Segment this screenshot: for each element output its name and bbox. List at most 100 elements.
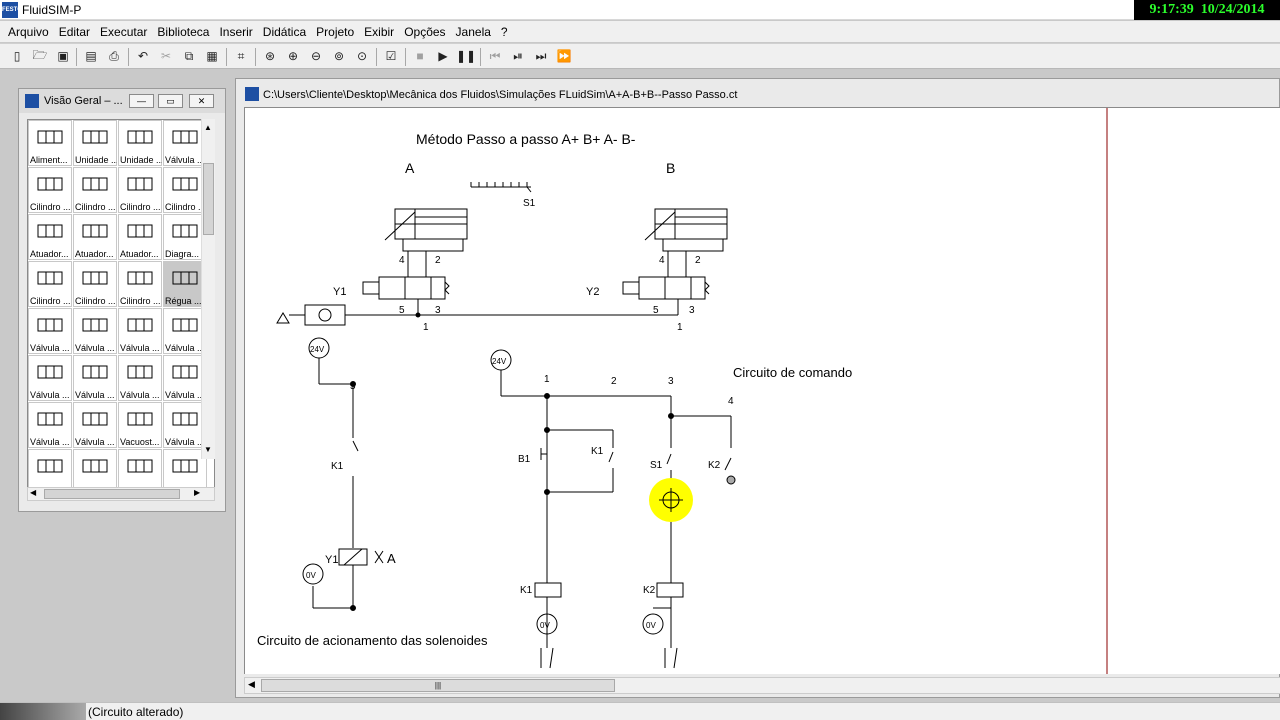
library-item[interactable]: Válvula ... <box>28 355 72 401</box>
scroll-thumb[interactable]: ||| <box>261 679 615 692</box>
paste-icon[interactable]: ▦ <box>203 47 221 65</box>
component-symbol-icon <box>77 359 113 385</box>
library-item[interactable]: Válvula ... <box>73 402 117 448</box>
menu-didatica[interactable]: Didática <box>259 25 312 39</box>
save-icon[interactable]: ▣ <box>54 47 72 65</box>
preview-icon[interactable]: ▤ <box>82 47 100 65</box>
cut-icon[interactable]: ✂ <box>157 47 175 65</box>
circuit-horizontal-scrollbar[interactable]: ◀ ||| <box>244 677 1280 694</box>
menu-help[interactable]: ? <box>497 25 514 39</box>
valve-b-port-4: 4 <box>659 255 665 266</box>
festo-logo-icon <box>25 94 39 108</box>
menu-exibir[interactable]: Exibir <box>360 25 400 39</box>
valve-a-port-5: 5 <box>399 305 405 316</box>
relay-k2-label: K2 <box>643 585 656 596</box>
library-item[interactable]: Cilindro ... <box>73 261 117 307</box>
library-item[interactable]: Unidade ... <box>118 120 162 166</box>
menu-arquivo[interactable]: Arquivo <box>4 25 55 39</box>
component-symbol-icon <box>77 124 113 150</box>
minimize-button[interactable]: — <box>129 94 154 108</box>
library-item[interactable]: Atuador... <box>28 214 72 260</box>
library-item[interactable]: Cilindro ... <box>118 167 162 213</box>
library-item[interactable]: Cilindro ... <box>118 261 162 307</box>
component-symbol-icon <box>32 265 68 291</box>
library-item-label: Válvula ... <box>75 343 115 353</box>
zoom-in-icon[interactable]: ⊕ <box>284 47 302 65</box>
column-5-label: 5 <box>350 381 356 392</box>
supply-24v-left: 24V <box>310 345 325 354</box>
zoom-prev-icon[interactable]: ⊚ <box>330 47 348 65</box>
play-icon[interactable]: ▶ <box>434 47 452 65</box>
check-icon[interactable]: ☑ <box>382 47 400 65</box>
library-item[interactable] <box>28 449 72 488</box>
library-item[interactable]: Atuador... <box>118 214 162 260</box>
pause-icon[interactable]: ❚❚ <box>456 47 476 65</box>
library-item[interactable]: Válvula ... <box>73 355 117 401</box>
menu-projeto[interactable]: Projeto <box>312 25 360 39</box>
overview-title-bar: Visão Geral – ... — ▭ ✕ <box>19 89 225 113</box>
undo-icon[interactable]: ↶ <box>134 47 152 65</box>
zoom-window-icon[interactable]: ⊙ <box>353 47 371 65</box>
library-item[interactable]: Válvula ... <box>118 355 162 401</box>
library-item[interactable]: Aliment... <box>28 120 72 166</box>
menu-opcoes[interactable]: Opções <box>400 25 451 39</box>
grid-icon[interactable]: ⌗ <box>232 47 250 65</box>
component-symbol-icon <box>122 406 158 432</box>
library-item-label: Atuador... <box>120 249 159 259</box>
circuit-diagram: Método Passo a passo A+ B+ A- B- A B S1 … <box>257 108 1108 674</box>
step-end-icon[interactable]: ⏭ <box>532 47 550 65</box>
clock: 9:17:39 10/24/2014 <box>1134 0 1280 20</box>
title-bar: FESTO FluidSIM-P 9:17:39 10/24/2014 <box>0 0 1280 20</box>
library-item-label: Unidade ... <box>120 155 162 165</box>
library-item[interactable]: Cilindro ... <box>28 261 72 307</box>
library-item[interactable]: Válvula ... <box>28 402 72 448</box>
library-item-label: Cilindro ... <box>30 296 71 306</box>
print-icon[interactable]: ⎙ <box>105 47 123 65</box>
menu-janela[interactable]: Janela <box>452 25 497 39</box>
open-icon[interactable]: 🗁 <box>31 47 49 65</box>
library-item[interactable]: Cilindro ... <box>73 167 117 213</box>
scroll-thumb[interactable] <box>44 489 180 499</box>
library-item[interactable]: Cilindro ... <box>28 167 72 213</box>
component-symbol-icon <box>167 171 203 197</box>
new-icon[interactable]: ▯ <box>8 47 26 65</box>
component-symbol-icon <box>167 453 203 479</box>
zoom-fit-icon[interactable]: ⊛ <box>261 47 279 65</box>
valve-a-port-1: 1 <box>423 322 429 333</box>
rewind-icon[interactable]: ⏮ <box>486 47 504 65</box>
menu-executar[interactable]: Executar <box>96 25 153 39</box>
component-symbol-icon <box>77 453 113 479</box>
library-item-label: Cilindro ... <box>30 202 71 212</box>
library-item[interactable]: Atuador... <box>73 214 117 260</box>
coil-a-label: A <box>387 551 396 566</box>
menu-editar[interactable]: Editar <box>55 25 96 39</box>
ground-0v-middle: 0V <box>540 621 550 630</box>
maximize-button[interactable]: ▭ <box>158 94 183 108</box>
library-item[interactable]: Válvula ... <box>73 308 117 354</box>
step-icon[interactable]: ⏯ <box>509 47 527 65</box>
menu-biblioteca[interactable]: Biblioteca <box>153 25 215 39</box>
library-item[interactable]: Válvula ... <box>28 308 72 354</box>
library-item[interactable]: Válvula ... <box>118 308 162 354</box>
menu-inserir[interactable]: Inserir <box>215 25 258 39</box>
library-vertical-scrollbar[interactable]: ▲ ▼ <box>201 119 215 459</box>
library-horizontal-scrollbar[interactable]: ◀ ▶ <box>27 487 215 501</box>
festo-logo-icon: FESTO <box>2 2 22 18</box>
zoom-out-icon[interactable]: ⊖ <box>307 47 325 65</box>
clock-time: 9:17:39 <box>1149 2 1194 17</box>
library-item[interactable] <box>118 449 162 488</box>
library-item[interactable]: Unidade ... <box>73 120 117 166</box>
library-item[interactable] <box>73 449 117 488</box>
library-item-label: Válvula ... <box>120 390 160 400</box>
circuit-canvas[interactable]: Método Passo a passo A+ B+ A- B- A B S1 … <box>244 107 1280 674</box>
relay-k1-label: K1 <box>520 585 533 596</box>
close-button[interactable]: ✕ <box>189 94 214 108</box>
sensor-s1-label: S1 <box>523 198 536 209</box>
fast-forward-icon[interactable]: ⏩ <box>555 47 573 65</box>
stop-icon[interactable]: ■ <box>411 47 429 65</box>
sensor-s1-contact-label: S1 <box>650 460 663 471</box>
library-item[interactable]: Vacuost... <box>118 402 162 448</box>
copy-icon[interactable]: ⧉ <box>180 47 198 65</box>
scroll-thumb[interactable] <box>203 163 214 235</box>
component-symbol-icon <box>167 359 203 385</box>
